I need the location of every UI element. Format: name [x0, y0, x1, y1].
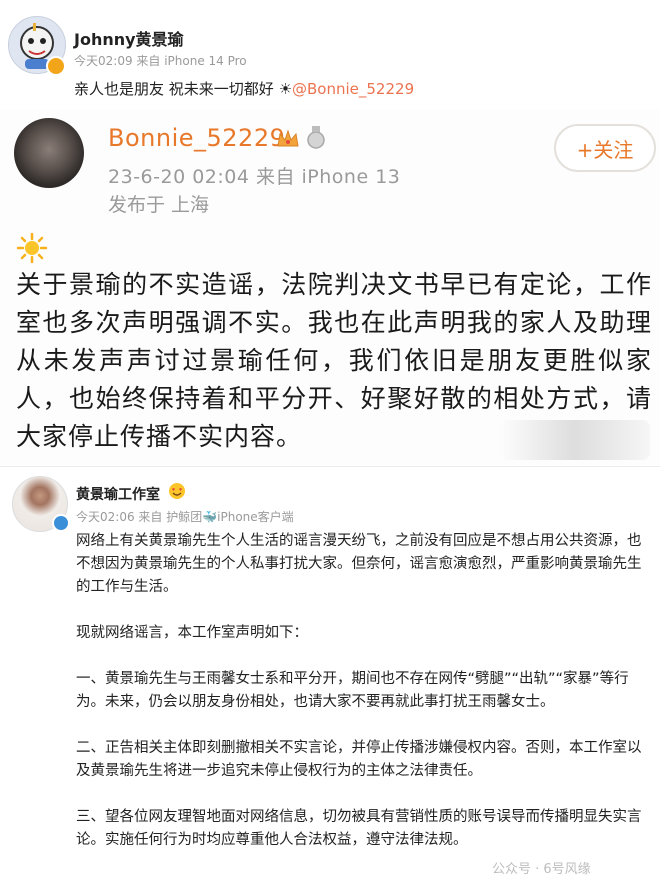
- follow-button[interactable]: +关注: [554, 124, 656, 172]
- avatar[interactable]: [14, 118, 84, 188]
- post-location: 发布于 上海: [108, 194, 210, 216]
- post-text: 网络上有关黄景瑜先生个人生活的谣言漫天纷飞，之前没有回应是不想占用公共资源，也不…: [76, 530, 648, 875]
- post-text-body: 亲人也是朋友 祝未来一切都好: [74, 80, 274, 98]
- sun-emoji-icon: ☀: [278, 80, 293, 98]
- statement-paragraph: 二、正告相关主体即刻删撤相关不实言论，并停止传播涉嫌侵权内容。否则，本工作室以及…: [76, 740, 642, 779]
- watermark: 公众号 · 6号风缘: [488, 856, 595, 879]
- statement-paragraph: 三、望各位网友理智地面对网络信息，切勿被具有营销性质的账号误导而传播明显失实言论…: [76, 809, 642, 848]
- post-username[interactable]: Bonnie_52229: [108, 124, 285, 152]
- statement-paragraph: 现就网络谣言，本工作室声明如下：: [76, 625, 308, 641]
- post-meta: 今天02:09 来自 iPhone 14 Pro: [74, 54, 247, 68]
- statement-paragraph: 一、黄景瑜先生与王雨馨女士系和平分开，期间也不存在网传“劈腿”“出轨”“家暴”等…: [76, 671, 629, 710]
- heart-eyes-emoji-icon: [169, 483, 185, 499]
- statement-paragraph: 网络上有关黄景瑜先生个人生活的谣言漫天纷飞，之前没有回应是不想占用公共资源，也不…: [76, 533, 642, 595]
- verified-badge-icon: [52, 514, 70, 532]
- post-username[interactable]: 黄景瑜工作室: [76, 484, 160, 504]
- blurred-region: [500, 420, 650, 460]
- medal-icon: [307, 126, 325, 149]
- verified-badge-icon: [46, 56, 66, 76]
- post-username[interactable]: Johnny黄景瑜: [74, 26, 184, 50]
- mention-link[interactable]: @Bonnie_52229: [292, 80, 414, 98]
- crown-icon: [277, 129, 299, 147]
- sun-emoji-icon: [16, 232, 48, 264]
- post-meta: 23-6-20 02:04 来自 iPhone 13: [108, 166, 401, 188]
- divider: [0, 466, 660, 467]
- post-meta: 今天02:06 来自 护鲸团🐳iPhone客户端: [76, 510, 294, 524]
- post-text: 亲人也是朋友 祝未来一切都好 ☀@Bonnie_52229: [74, 78, 414, 99]
